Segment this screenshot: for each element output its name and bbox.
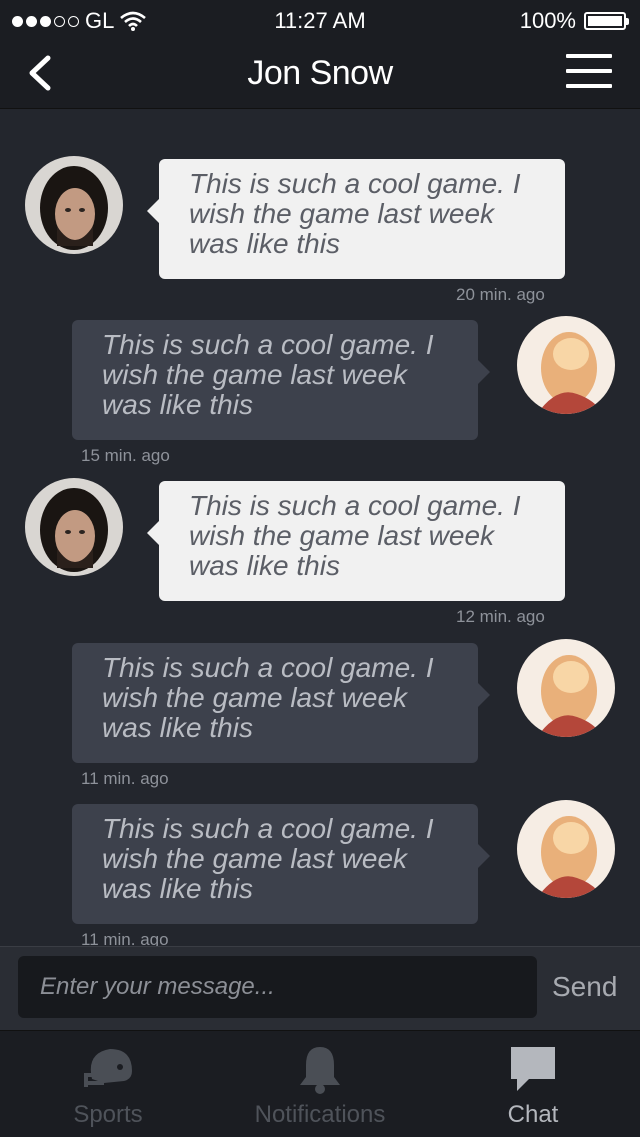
battery-icon: [584, 12, 629, 30]
avatar-me[interactable]: [517, 316, 615, 414]
tab-label: Chat: [507, 1101, 559, 1128]
battery-percentage: 100%: [519, 8, 576, 33]
message-bubble-incoming[interactable]: This is such a cool game. I wish the gam…: [147, 481, 565, 601]
nav-bar: Jon Snow: [0, 40, 640, 109]
tab-notifications[interactable]: Notifications: [242, 1031, 398, 1137]
chat-thread[interactable]: This is such a cool game. I wish the gam…: [0, 108, 640, 946]
message-timestamp: 11 min. ago: [81, 769, 169, 788]
message-input[interactable]: [18, 956, 537, 1018]
hamburger-icon: [566, 54, 614, 88]
page-title: Jon Snow: [247, 54, 393, 92]
message-text: This is such a cool game. I wish the gam…: [102, 652, 434, 743]
avatar-me[interactable]: [517, 639, 615, 737]
user-avatar-image: [517, 316, 615, 414]
send-button[interactable]: Send: [552, 971, 617, 1003]
user-avatar-image: [517, 639, 615, 737]
user-avatar-image: [517, 800, 615, 898]
message-composer: Send: [0, 946, 640, 1031]
message-text: This is such a cool game. I wish the gam…: [189, 168, 521, 259]
avatar-jon-snow[interactable]: [25, 156, 123, 254]
message-text: This is such a cool game. I wish the gam…: [189, 490, 521, 581]
message-bubble-outgoing[interactable]: This is such a cool game. I wish the gam…: [72, 804, 490, 924]
avatar-jon-snow[interactable]: [25, 478, 123, 576]
message-timestamp: 12 min. ago: [456, 607, 545, 626]
bell-icon: [300, 1047, 340, 1094]
chat-bubble-icon: [511, 1047, 555, 1091]
message-timestamp: 20 min. ago: [456, 285, 545, 304]
message-timestamp: 15 min. ago: [81, 446, 170, 465]
status-bar: GL 11:27 AM 100%: [0, 0, 640, 40]
message-text: This is such a cool game. I wish the gam…: [102, 329, 434, 420]
tab-bar: Sports Notifications Chat: [0, 1030, 640, 1137]
tab-chat[interactable]: Chat: [470, 1031, 596, 1137]
message-timestamp: 11 min. ago: [81, 930, 169, 946]
message-bubble-incoming[interactable]: This is such a cool game. I wish the gam…: [147, 159, 565, 279]
jon-snow-avatar-image: [25, 478, 123, 576]
message-bubble-outgoing[interactable]: This is such a cool game. I wish the gam…: [72, 643, 490, 763]
menu-button[interactable]: [566, 54, 614, 94]
tab-sports[interactable]: Sports: [30, 1031, 186, 1137]
jon-snow-avatar-image: [25, 156, 123, 254]
message-bubble-outgoing[interactable]: This is such a cool game. I wish the gam…: [72, 320, 490, 440]
status-right: 100%: [519, 8, 629, 34]
avatar-me[interactable]: [517, 800, 615, 898]
tab-label: Sports: [73, 1101, 143, 1128]
football-helmet-icon: [84, 1049, 132, 1087]
tab-label: Notifications: [254, 1101, 386, 1128]
message-text: This is such a cool game. I wish the gam…: [102, 813, 434, 904]
